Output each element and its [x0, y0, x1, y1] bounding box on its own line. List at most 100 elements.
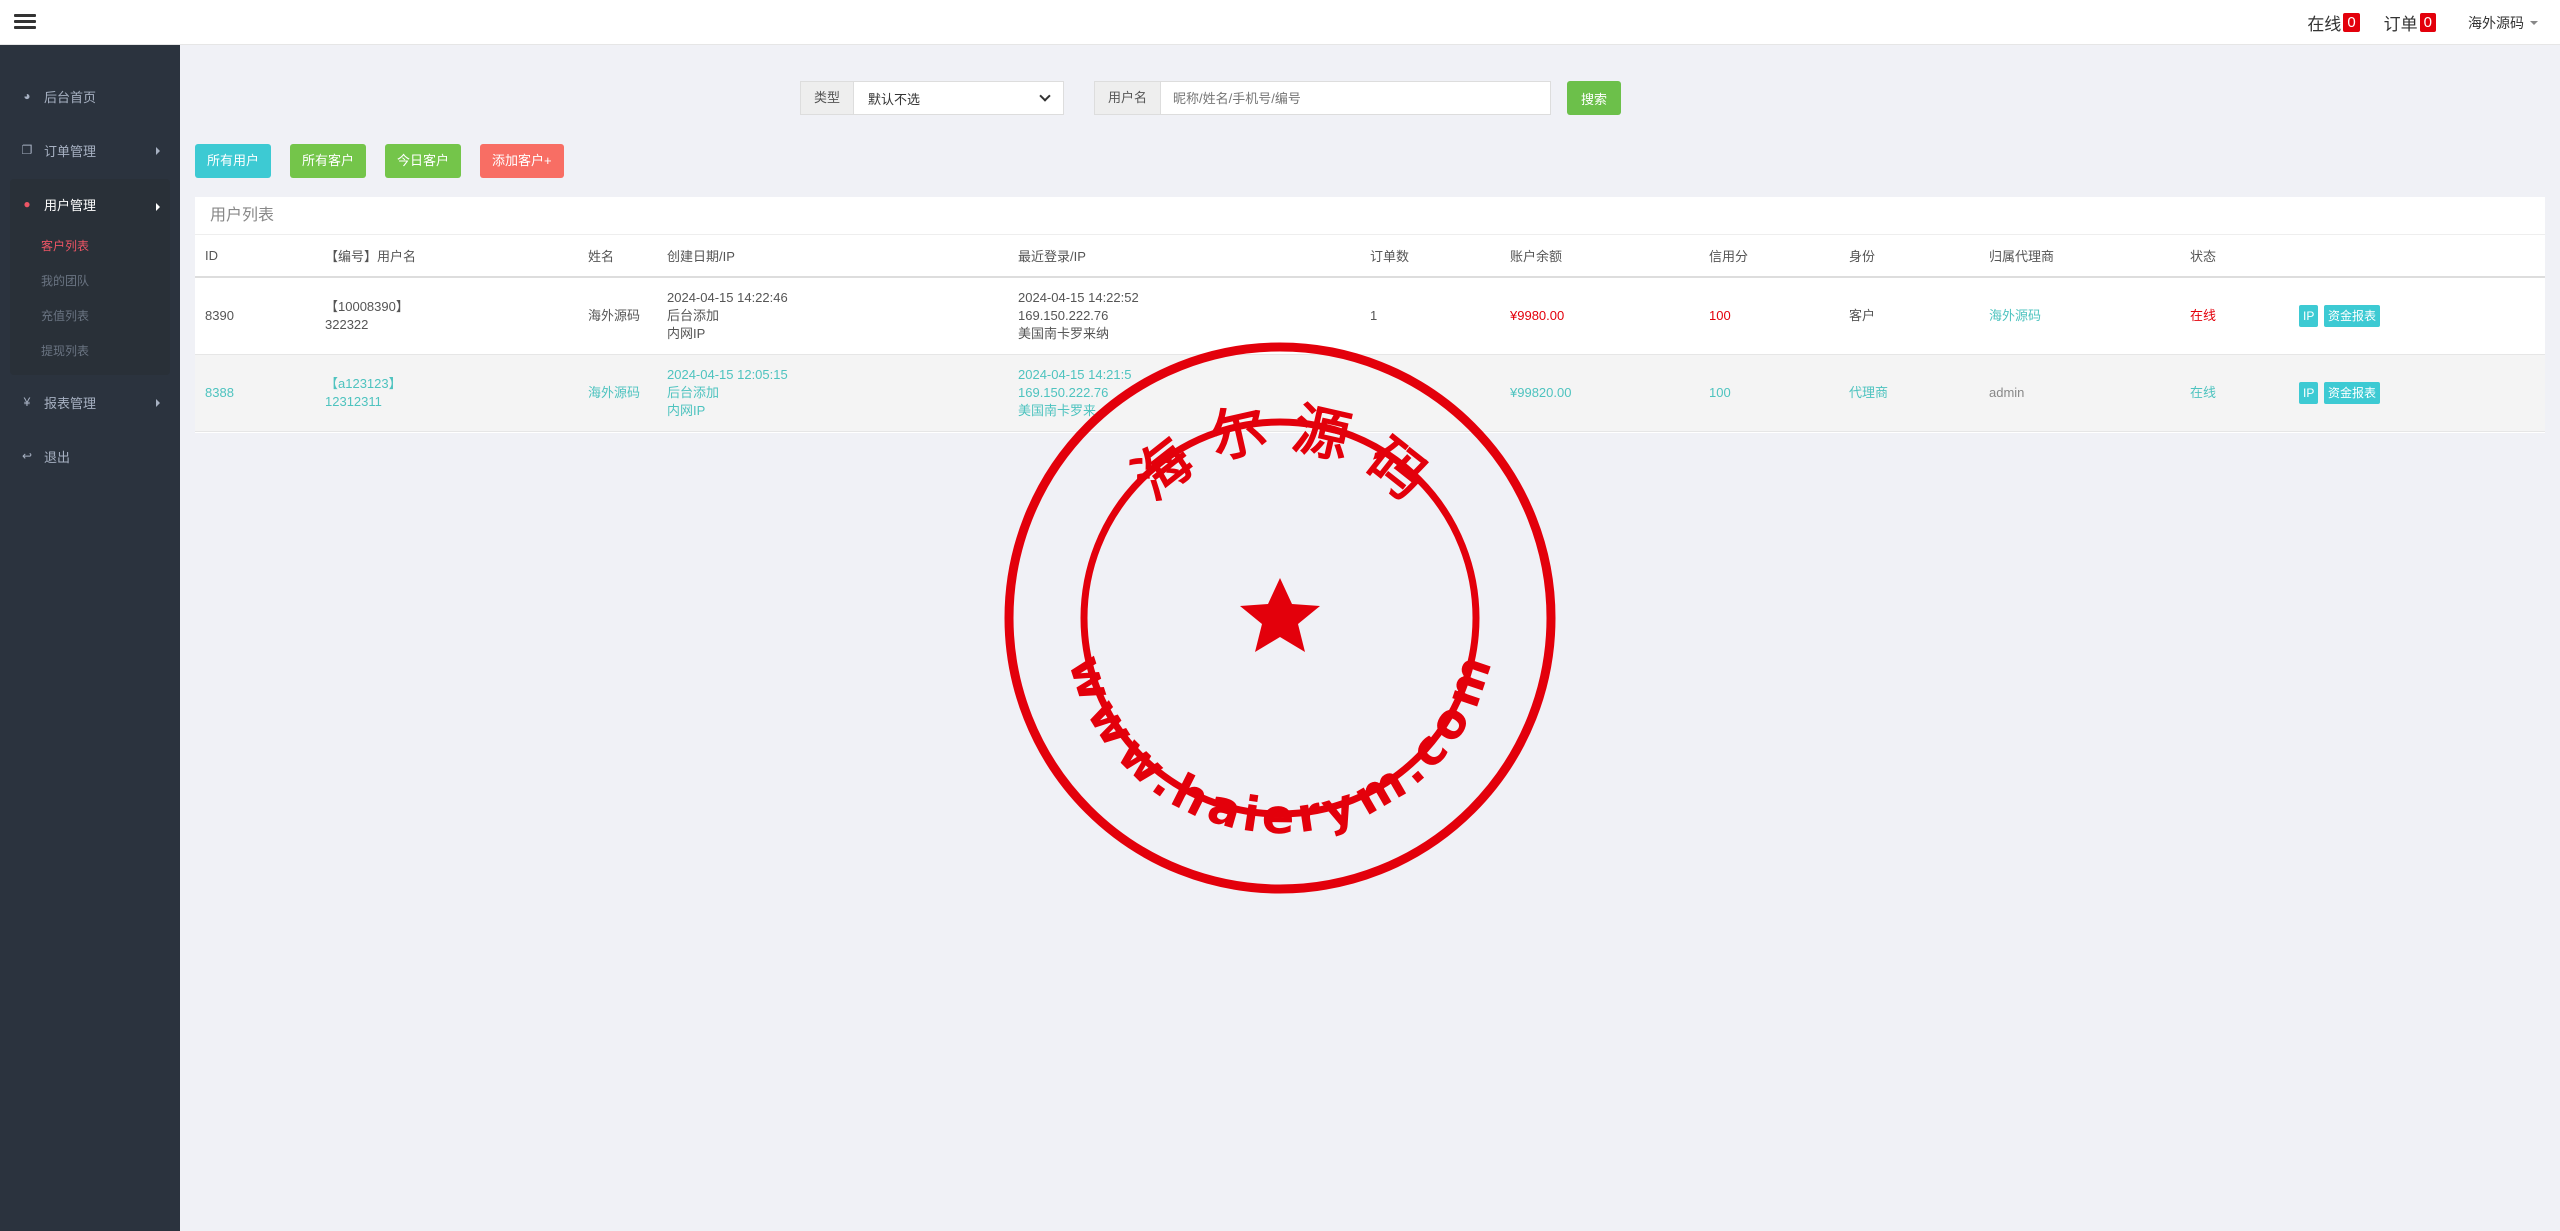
column-header: 归属代理商 — [1979, 235, 2180, 278]
filter-buttons: 所有用户 所有客户 今日客户 添加客户+ — [195, 144, 583, 178]
sidebar-item-label: 后台首页 — [44, 89, 97, 105]
cell-actions: IP 资金报表 — [2289, 354, 2545, 432]
caret-right-icon — [156, 203, 160, 211]
cell-name: 海外源码 — [578, 277, 657, 355]
top-navbar: 在线 0 订单 0 海外源码 — [0, 0, 2560, 45]
column-header: 状态 — [2180, 235, 2289, 278]
username-label: 用户名 — [1094, 81, 1162, 115]
created-ip: 内网IP — [667, 402, 706, 418]
caret-right-icon — [156, 147, 160, 155]
created-source: 后台添加 — [667, 307, 720, 323]
column-header: 订单数 — [1360, 235, 1500, 278]
created-date: 2024-04-15 14:22:46 — [667, 289, 788, 305]
user-dropdown[interactable]: 海外源码 — [2462, 13, 2544, 33]
orders-count-badge: 0 — [2419, 13, 2436, 32]
sidebar-item-label: 订单管理 — [44, 143, 97, 159]
fund-report-button[interactable]: 资金报表 — [2323, 381, 2380, 404]
ip-button[interactable]: IP — [2299, 381, 2319, 404]
table-header-row: ID 【编号】用户名 姓名 创建日期/IP 最近登录/IP 订单数 账户余额 信… — [195, 235, 2545, 278]
column-header: 信用分 — [1699, 235, 1839, 278]
caret-down-icon — [2530, 20, 2538, 25]
column-header: ID — [195, 235, 315, 278]
yen-icon: ¥ — [23, 395, 31, 409]
all-users-button[interactable]: 所有用户 — [195, 144, 272, 178]
sidebar-item-reports[interactable]: ¥ 报表管理 — [0, 375, 180, 429]
sidebar-subitem-my-team[interactable]: 我的团队 — [10, 264, 170, 299]
sidebar-item-users[interactable]: ● 用户管理 — [10, 179, 170, 229]
column-header: 身份 — [1839, 235, 1979, 278]
cell-agent: admin — [1979, 354, 2180, 432]
login-date: 2024-04-15 14:22:52 — [1018, 289, 1139, 305]
stamp-top-text: 海 尔 源 码 — [1121, 396, 1438, 512]
cell-role: 客户 — [1839, 277, 1979, 355]
sidebar-group-users: ● 用户管理 客户列表 我的团队 充值列表 提现列表 — [10, 179, 170, 375]
created-date: 2024-04-15 12:05:15 — [667, 366, 788, 382]
cell-id: 8388 — [195, 354, 315, 432]
chevron-down-icon — [1039, 90, 1051, 102]
column-header: 姓名 — [578, 235, 657, 278]
sidebar-subitem-customer-list[interactable]: 客户列表 — [10, 229, 170, 264]
cell-role: 代理商 — [1839, 354, 1979, 432]
online-indicator[interactable]: 在线 0 — [2307, 10, 2360, 35]
user-login-name: 12312311 — [325, 393, 382, 409]
login-ip: 169.150.222.76 — [1018, 307, 1109, 323]
user-code: 【a123123】 — [325, 375, 402, 391]
cell-name: 海外源码 — [578, 354, 657, 432]
cell-credit: 100 — [1699, 277, 1839, 355]
column-header: 账户余额 — [1500, 235, 1699, 278]
user-icon: ● — [23, 197, 31, 211]
orders-label: 订单 — [2383, 15, 2418, 34]
user-code: 【10008390】 — [325, 298, 409, 314]
caret-right-icon — [156, 399, 160, 407]
sidebar-subitem-recharge-list[interactable]: 充值列表 — [10, 299, 170, 334]
today-customers-button[interactable]: 今日客户 — [385, 144, 462, 178]
type-label: 类型 — [800, 81, 855, 115]
sign-out-icon: ↩ — [21, 449, 33, 463]
search-form: 类型 默认不选 用户名 搜索 — [800, 81, 1622, 115]
cell-status: 在线 — [2180, 354, 2289, 432]
sidebar-item-label: 退出 — [44, 449, 71, 465]
cell-agent[interactable]: 海外源码 — [1979, 277, 2180, 355]
user-login-name: 322322 — [325, 316, 369, 332]
username-search-input[interactable] — [1161, 81, 1552, 115]
search-button[interactable]: 搜索 — [1567, 81, 1622, 115]
top-right-area: 在线 0 订单 0 海外源码 — [2283, 0, 2544, 45]
type-select-value: 默认不选 — [868, 91, 921, 107]
orders-indicator[interactable]: 订单 0 — [2384, 10, 2436, 35]
created-source: 后台添加 — [667, 384, 720, 400]
online-label: 在线 — [2307, 15, 2342, 34]
star-icon — [1240, 578, 1320, 652]
sidebar-subitem-withdraw-list[interactable]: 提现列表 — [10, 334, 170, 369]
user-name: 海外源码 — [2468, 14, 2524, 31]
cell-created: 2024-04-15 14:22:46 后台添加 内网IP — [657, 277, 1008, 355]
cell-id: 8390 — [195, 277, 315, 355]
panel-title: 用户列表 — [195, 197, 2545, 235]
cell-actions: IP 资金报表 — [2289, 277, 2545, 355]
sidebar-item-orders[interactable]: ❐ 订单管理 — [0, 123, 180, 177]
column-header: 最近登录/IP — [1008, 235, 1360, 278]
cell-credit: 100 — [1699, 354, 1839, 432]
column-header: 创建日期/IP — [657, 235, 1008, 278]
ip-button[interactable]: IP — [2299, 304, 2319, 327]
fund-report-button[interactable]: 资金报表 — [2323, 304, 2380, 327]
type-select[interactable]: 默认不选 — [854, 81, 1065, 115]
all-customers-button[interactable]: 所有客户 — [290, 144, 367, 178]
cell-created: 2024-04-15 12:05:15 后台添加 内网IP — [657, 354, 1008, 432]
sidebar-item-label: 用户管理 — [44, 197, 97, 213]
sidebar: ◕ 后台首页 ❐ 订单管理 ● 用户管理 客户列表 我的团队 充值列表 提现列表… — [0, 45, 180, 1231]
cell-username: 【a123123】 12312311 — [315, 354, 578, 432]
cell-status: 在线 — [2180, 277, 2289, 355]
stamp-bottom-text: www.haierym.com — [1057, 649, 1504, 845]
sidebar-item-dashboard[interactable]: ◕ 后台首页 — [0, 69, 180, 123]
add-customer-button[interactable]: 添加客户+ — [480, 144, 564, 178]
cell-username: 【10008390】 322322 — [315, 277, 578, 355]
column-header: 【编号】用户名 — [315, 235, 578, 278]
copy-icon: ❐ — [21, 143, 33, 157]
watermark-stamp: 海 尔 源 码 www.haierym.com — [1004, 342, 1556, 894]
created-ip: 内网IP — [667, 325, 706, 341]
sidebar-item-logout[interactable]: ↩ 退出 — [0, 429, 180, 483]
online-count-badge: 0 — [2343, 13, 2360, 32]
column-header-actions — [2289, 235, 2545, 278]
dashboard-icon: ◕ — [23, 89, 31, 103]
menu-toggle-icon[interactable] — [14, 11, 36, 33]
